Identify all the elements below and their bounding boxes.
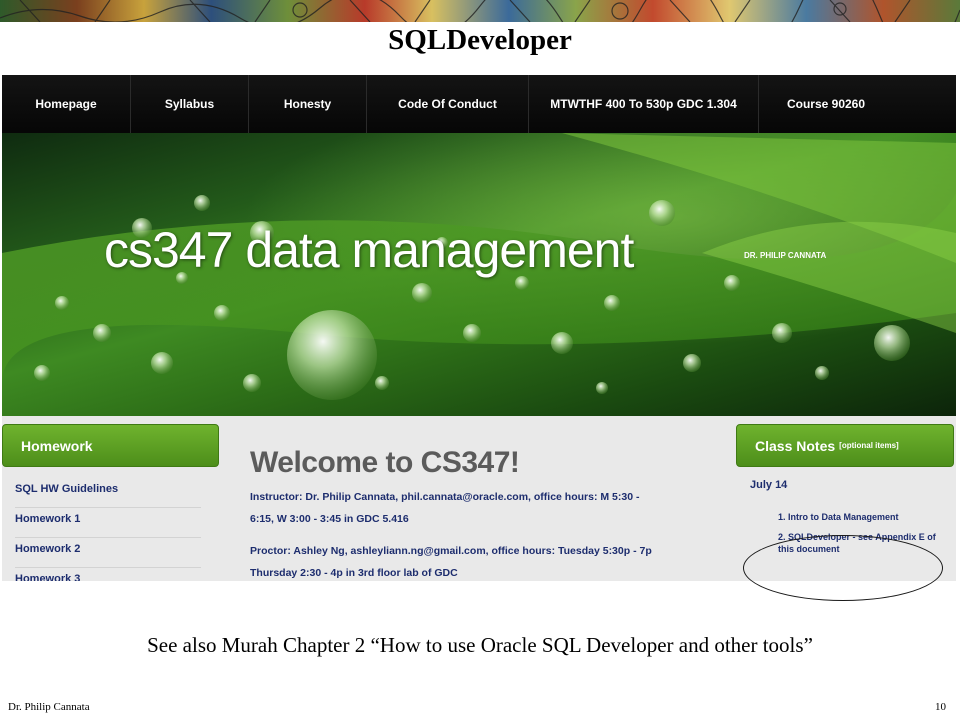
proctor-info-line-1: Proctor: Ashley Ng, ashleyliann.ng@gmail… (250, 545, 652, 557)
footer-author: Dr. Philip Cannata (8, 701, 90, 713)
instructor-info-line-2: 6:15, W 3:00 - 3:45 in GDC 5.416 (250, 513, 409, 525)
nav-syllabus[interactable]: Syllabus (131, 75, 249, 133)
main-content: Welcome to CS347! Instructor: Dr. Philip… (250, 446, 720, 581)
nav-course-number[interactable]: Course 90260 (759, 75, 893, 133)
homework-header: Homework (2, 424, 219, 467)
nav-honesty[interactable]: Honesty (249, 75, 367, 133)
slide-title: SQLDeveloper (388, 24, 572, 56)
nav-schedule[interactable]: MTWTHF 400 To 530p GDC 1.304 (529, 75, 759, 133)
hero-title: cs347 data management (104, 222, 634, 278)
class-notes-date: July 14 (750, 479, 788, 491)
homework-list: SQL HW Guidelines Homework 1 Homework 2 … (15, 479, 201, 581)
homework-link-2[interactable]: Homework 2 (15, 539, 201, 568)
website-screenshot: Homepage Syllabus Honesty Code Of Conduc… (2, 75, 956, 581)
homework-link-guidelines[interactable]: SQL HW Guidelines (15, 479, 201, 508)
proctor-info-line-2: Thursday 2:30 - 4p in 3rd floor lab of G… (250, 567, 458, 579)
class-note-link-intro[interactable]: 1. Intro to Data Management (778, 511, 950, 523)
page-number: 10 (935, 701, 946, 713)
stained-glass-banner (0, 0, 960, 22)
slide-caption: See also Murah Chapter 2 “How to use Ora… (147, 633, 813, 657)
welcome-heading: Welcome to CS347! (250, 446, 520, 479)
homework-link-1[interactable]: Homework 1 (15, 509, 201, 538)
homework-link-3[interactable]: Homework 3 (15, 569, 201, 581)
hero-banner: cs347 data management DR. PHILIP CANNATA (2, 133, 956, 416)
class-notes-title: Class Notes (755, 437, 836, 454)
nav-code-of-conduct[interactable]: Code Of Conduct (367, 75, 529, 133)
nav-homepage[interactable]: Homepage (2, 75, 131, 133)
highlight-ellipse (743, 535, 943, 601)
instructor-info-line-1: Instructor: Dr. Philip Cannata, phil.can… (250, 491, 640, 503)
class-notes-header: Class Notes [optional items] (736, 424, 954, 467)
hero-subtitle: DR. PHILIP CANNATA (744, 251, 827, 260)
website-navbar: Homepage Syllabus Honesty Code Of Conduc… (2, 75, 956, 133)
class-notes-optional-label: [optional items] (839, 441, 899, 450)
